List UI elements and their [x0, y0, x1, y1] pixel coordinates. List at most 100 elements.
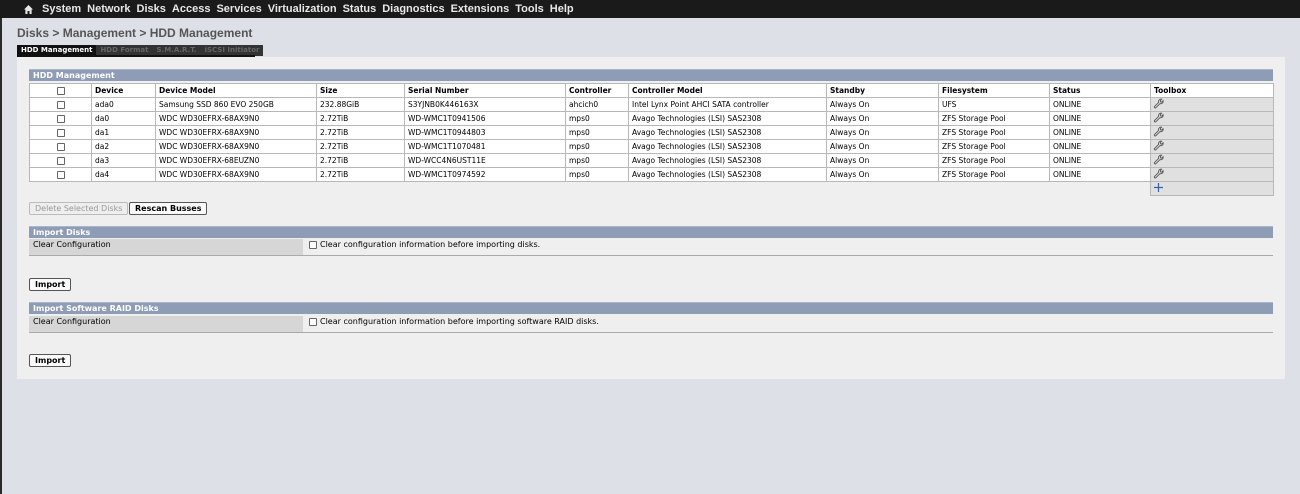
row-checkbox[interactable] — [56, 128, 65, 137]
cell-filesystem: ZFS Storage Pool — [938, 124, 1050, 140]
cell-status: ONLINE — [1049, 166, 1151, 182]
nav-access[interactable]: Access — [172, 3, 211, 15]
cell-serial-number: WD-WMC1T0944803 — [404, 124, 566, 140]
col-controller: Controller — [565, 83, 629, 98]
import-raid-button[interactable]: Import — [29, 354, 72, 367]
cell-controller: mps0 — [565, 110, 629, 126]
import-disks-row: Clear Configuration Clear configuration … — [29, 239, 1273, 256]
cell-device-model: WDC WD30EFRX-68AX9N0 — [155, 166, 317, 182]
nav-services[interactable]: Services — [216, 3, 261, 15]
cell-size: 2.72TiB — [316, 166, 405, 182]
empty-cell — [30, 181, 92, 195]
cell-size: 2.72TiB — [316, 152, 405, 168]
top-navigation: System Network Disks Access Services Vir… — [0, 0, 1300, 18]
col-controller-model: Controller Model — [628, 83, 827, 98]
home-icon[interactable] — [22, 3, 34, 15]
empty-cell — [92, 181, 156, 195]
cell-filesystem: ZFS Storage Pool — [938, 152, 1050, 168]
nav-tools[interactable]: Tools — [515, 3, 544, 15]
wrench-icon[interactable] — [1153, 168, 1164, 181]
row-select-cell — [29, 152, 92, 168]
cell-controller: ahcich0 — [565, 96, 629, 112]
cell-controller-model: Avago Technologies (LSI) SAS2308 — [628, 138, 827, 154]
nav-diagnostics[interactable]: Diagnostics — [382, 3, 444, 15]
delete-selected-disks-button[interactable]: Delete Selected Disks — [29, 202, 129, 215]
cell-device: da4 — [91, 166, 156, 182]
cell-device-model: WDC WD30EFRX-68AX9N0 — [155, 138, 317, 154]
nav-status[interactable]: Status — [343, 3, 377, 15]
cell-status: ONLINE — [1049, 124, 1151, 140]
row-toolbox-cell — [1150, 96, 1274, 112]
nav-extensions[interactable]: Extensions — [451, 3, 510, 15]
col-device-model: Device Model — [155, 83, 317, 98]
cell-serial-number: WD-WMC1T0941506 — [404, 110, 566, 126]
row-checkbox[interactable] — [56, 142, 65, 151]
import-disks-option: Clear configuration information before i… — [309, 240, 540, 249]
rescan-busses-button[interactable]: Rescan Busses — [129, 202, 208, 215]
cell-size: 232.88GiB — [316, 96, 405, 112]
nav-virtualization[interactable]: Virtualization — [268, 3, 337, 15]
import-disks-header: Import Disks — [29, 226, 1273, 238]
cell-status: ONLINE — [1049, 152, 1151, 168]
cell-size: 2.72TiB — [316, 138, 405, 154]
nav-help[interactable]: Help — [550, 3, 574, 15]
cell-serial-number: WD-WCC4N6UST11E — [404, 152, 566, 168]
row-select-cell — [29, 124, 92, 140]
import-raid-option: Clear configuration information before i… — [309, 317, 599, 326]
row-checkbox[interactable] — [56, 156, 65, 165]
cell-device: da1 — [91, 124, 156, 140]
row-toolbox-cell — [1150, 138, 1274, 154]
breadcrumb: Disks > Management > HDD Management — [17, 26, 253, 40]
hdd-section-header: HDD Management — [29, 69, 1273, 81]
empty-cell — [405, 181, 566, 195]
cell-filesystem: ZFS Storage Pool — [938, 110, 1050, 126]
row-select-cell — [29, 138, 92, 154]
cell-device-model: WDC WD30EFRX-68AX9N0 — [155, 124, 317, 140]
cell-device: da0 — [91, 110, 156, 126]
cell-device: da3 — [91, 152, 156, 168]
cell-status: ONLINE — [1049, 110, 1151, 126]
empty-cell — [1050, 181, 1151, 195]
col-size: Size — [316, 83, 405, 98]
row-toolbox-cell — [1150, 110, 1274, 126]
import-disks-button[interactable]: Import — [29, 278, 72, 291]
table-row: da2 WDC WD30EFRX-68AX9N0 2.72TiB WD-WMC1T10… — [29, 138, 1274, 154]
clear-config-text: Clear configuration information before i… — [320, 240, 541, 249]
empty-cell — [317, 181, 405, 195]
cell-controller: mps0 — [565, 138, 629, 154]
row-toolbox-cell — [1150, 166, 1274, 182]
plus-icon[interactable] — [1153, 182, 1164, 195]
wrench-icon[interactable] — [1153, 112, 1164, 125]
table-row: da1 WDC WD30EFRX-68AX9N0 2.72TiB WD-WMC1T09… — [29, 124, 1274, 140]
row-checkbox[interactable] — [56, 114, 65, 123]
clear-raid-config-checkbox[interactable] — [309, 317, 317, 326]
cell-size: 2.72TiB — [316, 110, 405, 126]
wrench-icon[interactable] — [1153, 154, 1164, 167]
nav-network[interactable]: Network — [87, 3, 130, 15]
cell-standby: Always On — [826, 166, 939, 182]
cell-controller-model: Avago Technologies (LSI) SAS2308 — [628, 152, 827, 168]
disk-table: Device Device Model Size Serial Number C… — [29, 83, 1274, 196]
cell-device-model: WDC WD30EFRX-68AX9N0 — [155, 110, 317, 126]
nav-disks[interactable]: Disks — [137, 3, 166, 15]
wrench-icon[interactable] — [1153, 140, 1164, 153]
select-all-checkbox[interactable] — [56, 86, 65, 95]
table-header-row: Device Device Model Size Serial Number C… — [29, 83, 1274, 98]
wrench-icon[interactable] — [1153, 98, 1164, 111]
cell-standby: Always On — [826, 110, 939, 126]
col-serial-number: Serial Number — [404, 83, 566, 98]
col-standby: Standby — [826, 83, 939, 98]
cell-standby: Always On — [826, 152, 939, 168]
row-checkbox[interactable] — [56, 100, 65, 109]
wrench-icon[interactable] — [1153, 126, 1164, 139]
cell-serial-number: WD-WMC1T0974592 — [404, 166, 566, 182]
table-add-row — [30, 180, 1274, 196]
import-raid-header: Import Software RAID Disks — [29, 302, 1273, 314]
cell-device-model: WDC WD30EFRX-68EUZN0 — [155, 152, 317, 168]
row-checkbox[interactable] — [56, 170, 65, 179]
table-row: da3 WDC WD30EFRX-68EUZN0 2.72TiB WD-WCC4N6U… — [29, 152, 1274, 168]
col-filesystem: Filesystem — [938, 83, 1050, 98]
nav-system[interactable]: System — [42, 3, 81, 15]
cell-controller: mps0 — [565, 166, 629, 182]
clear-config-checkbox[interactable] — [309, 240, 317, 249]
